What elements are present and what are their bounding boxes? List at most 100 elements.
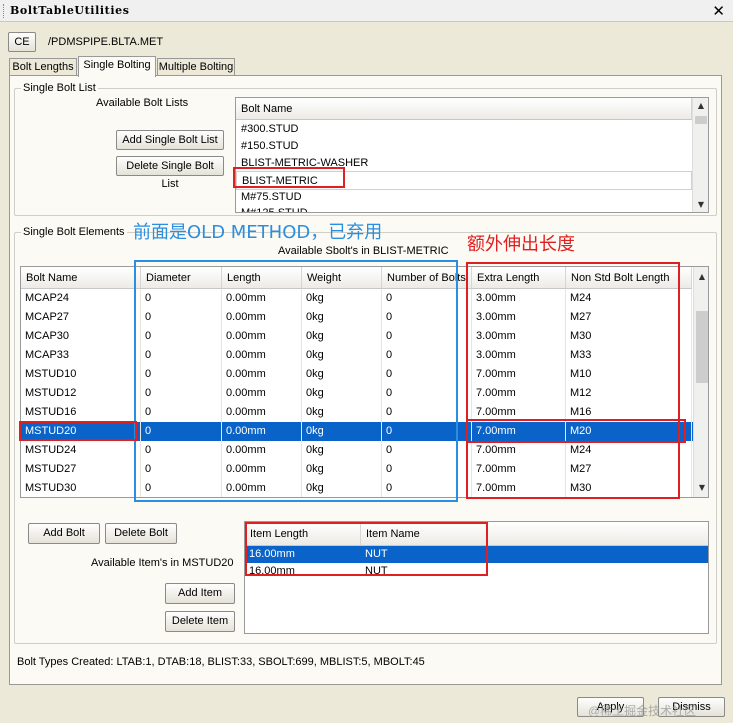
cell-weight: 0kg	[302, 479, 382, 497]
table-row[interactable]: MSTUD16 0 0.00mm 0kg 0 7.00mm M16	[21, 403, 693, 422]
window-title: BoltTableUtilities	[10, 4, 130, 17]
cell-non-std-bolt-length: M27	[566, 308, 692, 327]
cell-bolt-name: MSTUD20	[21, 422, 141, 441]
cell-extra-length: 3.00mm	[472, 289, 566, 308]
tab-bolt-lengths[interactable]: Bolt Lengths	[9, 58, 77, 76]
table-row[interactable]: MSTUD24 0 0.00mm 0kg 0 7.00mm M24	[21, 441, 693, 460]
cell-bolt-name: MCAP27	[21, 308, 141, 327]
cell-number-of-bolts: 0	[382, 441, 472, 460]
delete-single-bolt-list-button[interactable]: Delete Single Bolt List	[116, 156, 224, 190]
items-table[interactable]: Item Length Item Name 16.00mm NUT 16.00m…	[244, 521, 709, 634]
cell-non-std-bolt-length: M20	[566, 422, 692, 441]
drag-grip[interactable]	[3, 4, 5, 18]
table-row[interactable]: MSTUD20 0 0.00mm 0kg 0 7.00mm M20	[21, 422, 693, 441]
table-row[interactable]: MCAP24 0 0.00mm 0kg 0 3.00mm M24	[21, 289, 693, 308]
cell-diameter: 0	[141, 479, 222, 497]
cell-item-length: 16.00mm	[249, 565, 295, 577]
add-bolt-button[interactable]: Add Bolt	[28, 523, 100, 544]
scroll-up-icon[interactable]: ▲	[693, 99, 708, 113]
cell-bolt-name: MSTUD30	[21, 479, 141, 497]
table-row[interactable]: MCAP27 0 0.00mm 0kg 0 3.00mm M27	[21, 308, 693, 327]
cell-non-std-bolt-length: M30	[566, 479, 692, 497]
cell-diameter: 0	[141, 365, 222, 384]
cell-non-std-bolt-length: M24	[566, 441, 692, 460]
cell-weight: 0kg	[302, 441, 382, 460]
status-text: Bolt Types Created: LTAB:1, DTAB:18, BLI…	[17, 656, 425, 668]
cell-item-name: NUT	[365, 548, 388, 560]
cell-non-std-bolt-length: M30	[566, 327, 692, 346]
available-bolt-lists-label: Available Bolt Lists	[96, 97, 189, 109]
delete-item-button[interactable]: Delete Item	[165, 611, 235, 632]
bolt-list-header[interactable]: Bolt Name	[236, 98, 692, 120]
add-single-bolt-list-button[interactable]: Add Single Bolt List	[116, 130, 224, 150]
cell-weight: 0kg	[302, 327, 382, 346]
column-header-bolt-name[interactable]: Bolt Name	[21, 267, 141, 289]
sbolt-table-scrollbar[interactable]: ▲ ▼	[693, 267, 708, 497]
cell-weight: 0kg	[302, 308, 382, 327]
cell-weight: 0kg	[302, 365, 382, 384]
cell-number-of-bolts: 0	[382, 460, 472, 479]
column-header-item-name[interactable]: Item Name	[361, 522, 708, 546]
cell-diameter: 0	[141, 460, 222, 479]
cell-non-std-bolt-length: M10	[566, 365, 692, 384]
column-header-non-std-bolt-length[interactable]: Non Std Bolt Length	[566, 267, 692, 289]
bolt-list-listbox[interactable]: Bolt Name #300.STUD #150.STUD BLIST-METR…	[235, 97, 709, 213]
close-icon[interactable]: ✕	[712, 2, 725, 20]
table-row[interactable]: 16.00mm NUT	[245, 546, 708, 563]
column-header-diameter[interactable]: Diameter	[141, 267, 222, 289]
cell-length: 0.00mm	[222, 403, 302, 422]
cell-diameter: 0	[141, 289, 222, 308]
delete-bolt-button[interactable]: Delete Bolt	[105, 523, 177, 544]
cell-number-of-bolts: 0	[382, 384, 472, 403]
cell-extra-length: 3.00mm	[472, 308, 566, 327]
table-row[interactable]: 16.00mm NUT	[245, 563, 708, 580]
cell-weight: 0kg	[302, 289, 382, 308]
add-item-button[interactable]: Add Item	[165, 583, 235, 604]
table-row[interactable]: MSTUD10 0 0.00mm 0kg 0 7.00mm M10	[21, 365, 693, 384]
cell-bolt-name: MCAP33	[21, 346, 141, 365]
table-row[interactable]: MSTUD12 0 0.00mm 0kg 0 7.00mm M12	[21, 384, 693, 403]
tab-multiple-bolting[interactable]: Multiple Bolting	[157, 58, 235, 76]
column-header-weight[interactable]: Weight	[302, 267, 382, 289]
cell-length: 0.00mm	[222, 289, 302, 308]
cell-bolt-name: MSTUD16	[21, 403, 141, 422]
list-item[interactable]: M#125.STUD	[236, 204, 692, 212]
column-header-extra-length[interactable]: Extra Length	[472, 267, 566, 289]
group-title-single-bolt-elements: Single Bolt Elements	[21, 226, 127, 238]
cell-length: 0.00mm	[222, 460, 302, 479]
cell-length: 0.00mm	[222, 308, 302, 327]
cell-diameter: 0	[141, 403, 222, 422]
scroll-down-icon[interactable]: ▼	[694, 481, 708, 495]
scroll-thumb[interactable]	[695, 116, 707, 124]
table-row[interactable]: MCAP30 0 0.00mm 0kg 0 3.00mm M30	[21, 327, 693, 346]
column-header-item-length[interactable]: Item Length	[245, 522, 361, 546]
bolt-list-scrollbar[interactable]: ▲ ▼	[692, 98, 708, 212]
table-row[interactable]: MCAP33 0 0.00mm 0kg 0 3.00mm M33	[21, 346, 693, 365]
cell-number-of-bolts: 0	[382, 403, 472, 422]
cell-length: 0.00mm	[222, 422, 302, 441]
table-row[interactable]: MSTUD30 0 0.00mm 0kg 0 7.00mm M30	[21, 479, 693, 497]
column-header-number-of-bolts[interactable]: Number of Bolts	[382, 267, 472, 289]
column-header-length[interactable]: Length	[222, 267, 302, 289]
cell-length: 0.00mm	[222, 441, 302, 460]
cell-bolt-name: MSTUD27	[21, 460, 141, 479]
cell-extra-length: 3.00mm	[472, 327, 566, 346]
tab-single-bolting[interactable]: Single Bolting	[78, 56, 156, 77]
cell-extra-length: 7.00mm	[472, 365, 566, 384]
scroll-down-icon[interactable]: ▼	[693, 198, 708, 212]
cell-weight: 0kg	[302, 460, 382, 479]
ce-button[interactable]: CE	[8, 32, 36, 52]
annotation-extra-length: 额外伸出长度	[467, 234, 575, 255]
cell-bolt-name: MSTUD24	[21, 441, 141, 460]
cell-number-of-bolts: 0	[382, 365, 472, 384]
cell-extra-length: 7.00mm	[472, 460, 566, 479]
cell-diameter: 0	[141, 327, 222, 346]
cell-non-std-bolt-length: M24	[566, 289, 692, 308]
scroll-thumb[interactable]	[696, 311, 708, 383]
table-row[interactable]: MSTUD27 0 0.00mm 0kg 0 7.00mm M27	[21, 460, 693, 479]
cell-item-length: 16.00mm	[249, 548, 295, 560]
cell-bolt-name: MSTUD12	[21, 384, 141, 403]
sbolt-table[interactable]: Bolt Name Diameter Length Weight Number …	[20, 266, 709, 498]
scroll-up-icon[interactable]: ▲	[694, 270, 708, 284]
cell-item-name: NUT	[365, 565, 388, 577]
